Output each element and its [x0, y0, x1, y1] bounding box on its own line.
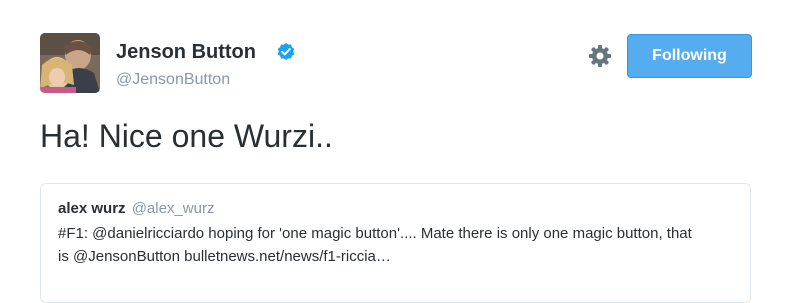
author-handle[interactable]: @JensonButton	[116, 70, 230, 90]
following-button[interactable]: Following	[627, 34, 752, 78]
gear-icon[interactable]	[588, 44, 612, 68]
quoted-author-handle: @alex_wurz	[131, 200, 215, 217]
quoted-tweet[interactable]: alex wurz @alex_wurz #F1: @danielricciar…	[40, 183, 751, 303]
verified-badge-icon	[277, 43, 295, 60]
avatar[interactable]	[40, 33, 100, 93]
avatar-image	[40, 33, 100, 93]
quoted-author-name: alex wurz	[58, 200, 126, 217]
author-name[interactable]: Jenson Button	[116, 40, 256, 64]
quoted-tweet-header: alex wurz @alex_wurz	[58, 199, 733, 219]
quoted-tweet-text: #F1: @danielricciardo hoping for 'one ma…	[58, 225, 692, 265]
tweet-text: Ha! Nice one Wurzi..	[40, 118, 333, 154]
